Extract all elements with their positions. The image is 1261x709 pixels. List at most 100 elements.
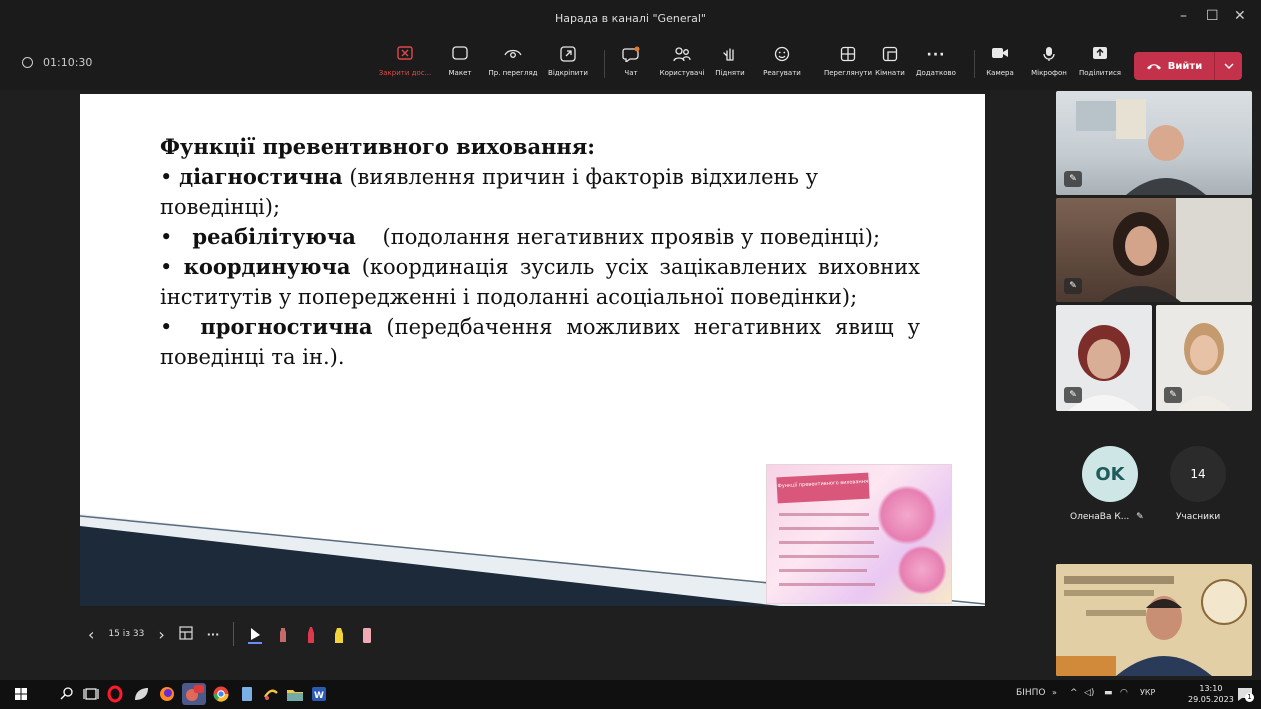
participant-video-tile[interactable]: ✎	[1156, 305, 1252, 411]
slide-heading: Функції превентивного виховання:	[160, 134, 596, 159]
slide-bullet: • координуюча (координація зусиль усіх з…	[160, 254, 920, 309]
leave-label: Вийти	[1167, 60, 1203, 72]
participant-video-tile[interactable]: ✎	[1056, 198, 1252, 302]
windows-start-icon[interactable]	[12, 685, 30, 703]
slide-bullet: • реабілітуюча (подолання негативних про…	[160, 224, 881, 249]
word-icon[interactable]: W	[310, 685, 328, 703]
chevron-down-icon	[1224, 63, 1233, 69]
thumbnail-title: Функції превентивного виховання	[776, 472, 870, 504]
presenter-video-image	[1056, 564, 1252, 676]
leave-dropdown-button[interactable]	[1214, 52, 1242, 80]
participant-name: ОленаВа К... ✎	[1070, 512, 1144, 522]
task-view-icon[interactable]	[82, 685, 100, 703]
next-slide-button[interactable]: ›	[158, 625, 164, 644]
leave-button[interactable]: Вийти	[1134, 52, 1214, 80]
presenter-video-tile[interactable]	[1056, 564, 1252, 676]
close-button[interactable]: ✕	[1234, 8, 1246, 24]
slide-more-button[interactable]: ···	[207, 628, 220, 641]
clock-date: 29.05.2023	[1188, 695, 1234, 704]
battery-icon[interactable]: ▬	[1104, 688, 1113, 698]
slide-thumbnail-image: Функції превентивного виховання	[766, 464, 952, 604]
pen-tool-icon[interactable]	[276, 626, 290, 642]
layout-icon	[430, 46, 490, 66]
search-icon[interactable]	[58, 685, 76, 703]
window-title: Нарада в каналі "General"	[555, 12, 706, 25]
tray-overflow-icon[interactable]: »	[1052, 688, 1057, 697]
flower-image	[877, 485, 937, 545]
participant-avatar[interactable]: OK	[1082, 446, 1138, 502]
wifi-icon[interactable]: ◠	[1120, 688, 1128, 698]
system-clock[interactable]: 13:10 29.05.2023	[1188, 683, 1234, 705]
keyboard-language[interactable]: УКР	[1140, 688, 1155, 697]
meeting-toolbar: 01:10:30 Закрити дос... Макет Пр. перегл…	[0, 38, 1261, 90]
preview-button[interactable]: Пр. перегляд	[483, 46, 543, 77]
thumbnail-line	[779, 541, 874, 544]
shared-slide: Функції превентивного виховання: • діагн…	[80, 94, 985, 606]
shield-icon	[22, 57, 33, 68]
minimize-button[interactable]: –	[1180, 8, 1187, 24]
notification-button[interactable]: 1	[1236, 685, 1254, 703]
tray-chevron-up-icon[interactable]: ^	[1070, 688, 1078, 698]
notification-count: 1	[1245, 693, 1254, 702]
controls-divider	[233, 622, 235, 646]
react-button[interactable]: Реагувати	[752, 46, 812, 77]
share-button[interactable]: Поділитися	[1070, 46, 1130, 77]
share-icon	[1070, 46, 1130, 66]
slide-view-icon[interactable]	[179, 625, 193, 643]
raise-hand-button[interactable]: Підняти	[700, 46, 760, 77]
volume-icon[interactable]: ◁)	[1084, 688, 1094, 698]
pointer-tool-icon[interactable]	[248, 626, 263, 644]
pen-red-tool-icon[interactable]	[304, 626, 318, 643]
thumbnail-line	[779, 569, 867, 572]
file-explorer-icon[interactable]	[286, 685, 304, 703]
mic-off-icon: ✎	[1064, 171, 1082, 187]
mic-off-icon: ✎	[1064, 387, 1082, 403]
windows-taskbar: W БІНПО » ^ ◁) ▬ ◠ УКР 13:10 29.05.2023 …	[0, 680, 1261, 709]
title-bar: Нарада в каналі "General" – ☐ ✕	[0, 0, 1261, 38]
firefox-icon[interactable]	[158, 685, 176, 703]
paint-icon[interactable]	[262, 685, 280, 703]
app-doc-icon[interactable]	[238, 685, 256, 703]
participants-count-button[interactable]: 14	[1170, 446, 1226, 502]
phone-hangup-icon	[1146, 64, 1161, 70]
mic-off-icon: ✎	[1164, 387, 1182, 403]
app-badge-icon[interactable]	[182, 683, 206, 705]
thumbnail-line	[779, 513, 869, 516]
participant-video-image	[1076, 99, 1206, 195]
clock-time: 13:10	[1199, 684, 1223, 693]
more-icon: ···	[926, 47, 946, 63]
participants-label: Учасники	[1176, 512, 1221, 522]
smiley-icon	[752, 46, 812, 66]
mic-off-icon: ✎	[1136, 512, 1144, 522]
mic-off-icon: ✎	[1064, 278, 1082, 294]
slide-page-counter: 15 із 33	[108, 629, 145, 639]
chrome-icon[interactable]	[212, 685, 230, 703]
highlighter-tool-icon[interactable]	[332, 626, 346, 643]
app-leaf-icon[interactable]	[132, 685, 150, 703]
stop-sharing-button[interactable]: Закрити дос...	[375, 46, 435, 77]
slide-controls: ‹ 15 із 33 › ···	[80, 614, 374, 654]
maximize-button[interactable]: ☐	[1206, 8, 1219, 24]
more-button[interactable]: ··· Додатково	[906, 46, 966, 77]
participants-count: 14	[1190, 467, 1206, 481]
thumbnail-line	[779, 527, 879, 530]
layout-button[interactable]: Макет	[430, 46, 490, 77]
opera-icon[interactable]	[106, 685, 124, 703]
prev-slide-button[interactable]: ‹	[80, 625, 94, 644]
thumbnail-line	[779, 583, 875, 586]
slide-bullet: • прогностична (передбачення можливих не…	[160, 314, 920, 369]
teams-meeting-window: Нарада в каналі "General" – ☐ ✕ 01:10:30…	[0, 0, 1261, 709]
eraser-tool-icon[interactable]	[360, 626, 374, 643]
leave-button-group: Вийти	[1134, 52, 1242, 80]
tray-lang-tag[interactable]: БІНПО	[1016, 688, 1045, 698]
thumbnail-line	[779, 555, 879, 558]
participant-video-tile[interactable]: ✎	[1056, 305, 1152, 411]
slide-bullet: • діагностична (виявлення причин і факто…	[160, 164, 819, 219]
meeting-stage: Функції превентивного виховання: • діагн…	[0, 90, 1261, 680]
eye-icon	[483, 46, 543, 66]
meeting-timer: 01:10:30	[22, 56, 92, 69]
close-share-icon	[375, 46, 435, 66]
participant-video-image	[1101, 198, 1252, 302]
participant-video-tile[interactable]: ✎	[1056, 91, 1252, 195]
popout-button[interactable]: Відкріпити	[538, 46, 598, 77]
